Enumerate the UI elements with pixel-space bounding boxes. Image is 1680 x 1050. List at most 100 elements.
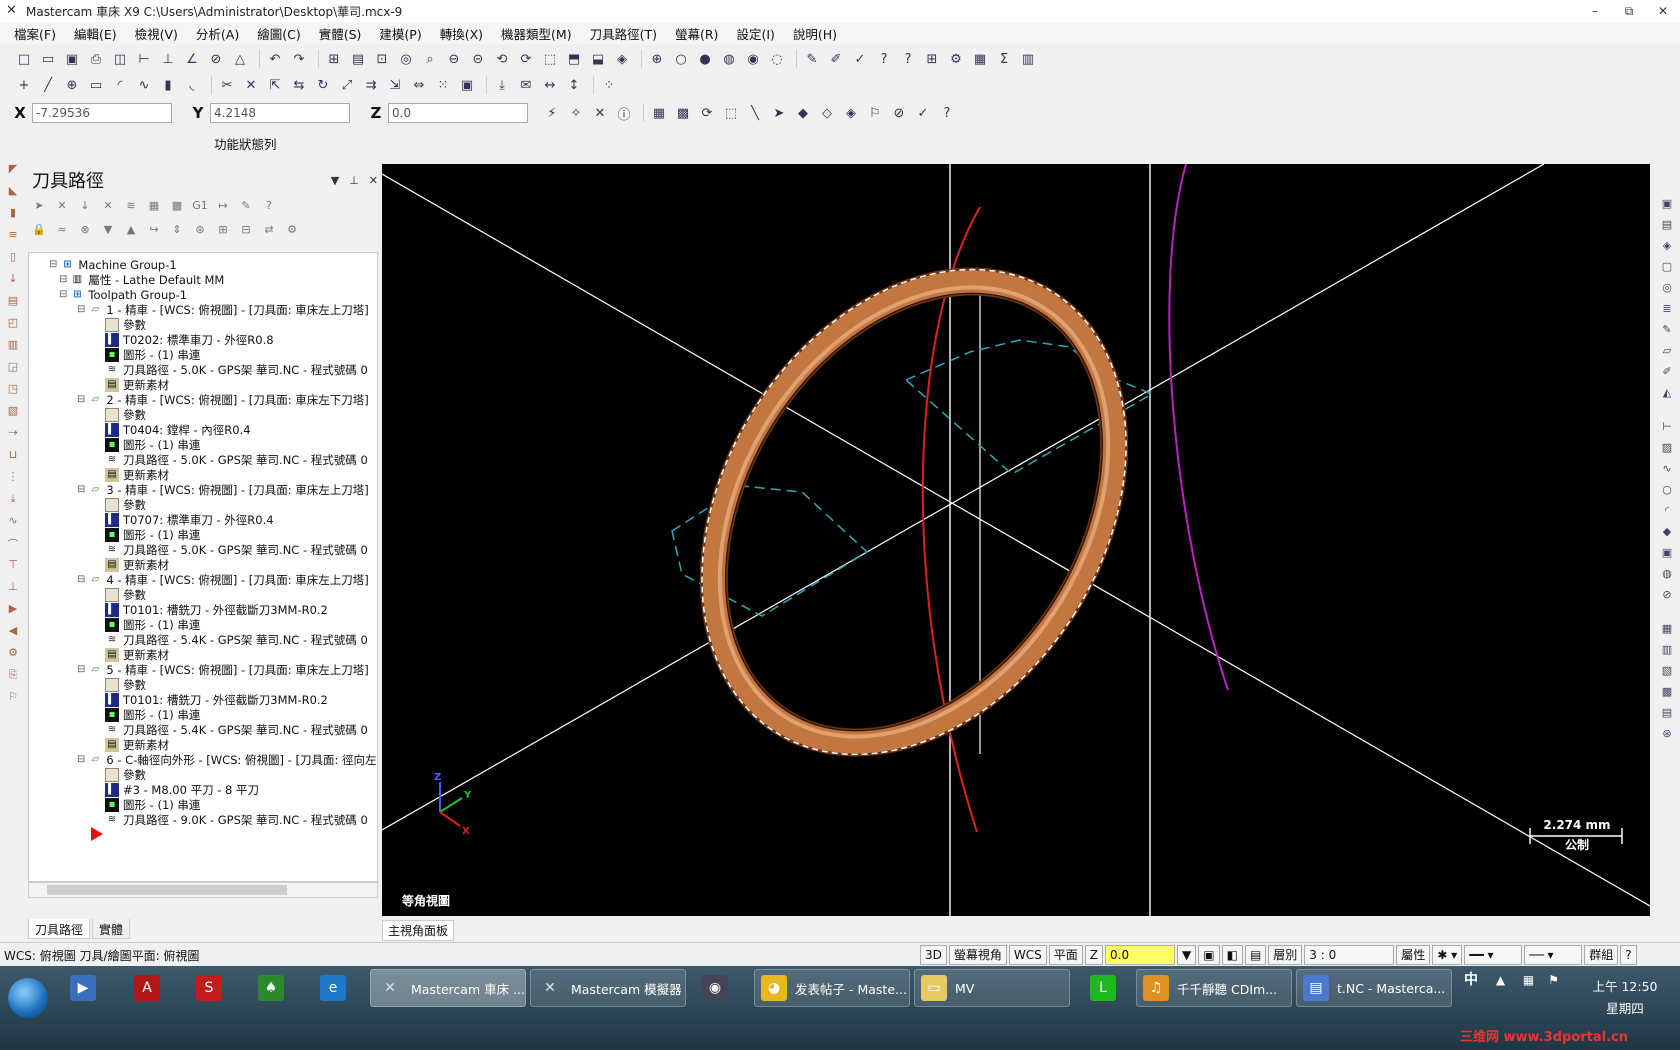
arc-icon[interactable]: ◜ [110, 75, 130, 95]
analyze-icon[interactable]: ✓ [850, 49, 870, 69]
attr-icon[interactable]: ▧ [1658, 664, 1676, 682]
taskbar-app-folder[interactable]: ▭ MV [914, 969, 1070, 1007]
tree-node[interactable]: ▪ 圖形 - (1) 串連 [105, 797, 200, 813]
color-icon[interactable]: ▩ [1658, 685, 1676, 703]
view-side-icon[interactable]: ⬓ [588, 49, 608, 69]
tree-node[interactable]: ▤ 更新素材 [105, 557, 169, 573]
v-dim-icon[interactable]: ↕ [564, 75, 584, 95]
toggle-post-icon[interactable]: ⊗ [76, 221, 94, 239]
help-icon[interactable]: ⓘ [614, 103, 634, 123]
arrow-pointer-icon[interactable]: ➤ [769, 103, 789, 123]
line-icon[interactable]: L [1090, 969, 1124, 1007]
tree-node[interactable]: ▤ 更新素材 [105, 377, 169, 393]
tree-node[interactable]: ⊟ ▱ 5 - 精車 - [WCS: 俯視圖] - [刀具面: 車床左上刀塔] [77, 662, 369, 678]
frame-icon[interactable]: ▢ [1658, 260, 1676, 278]
tree-node[interactable]: ▪ 圖形 - (1) 串連 [105, 527, 200, 543]
tree-node[interactable]: ⊟ ▱ 2 - 精車 - [WCS: 俯視圖] - [刀具面: 車床左下刀塔] [77, 392, 369, 408]
regen-dirty-icon[interactable]: ✕ [99, 197, 117, 215]
panel-dropdown-icon[interactable]: ▼ [331, 174, 339, 187]
repaint-icon[interactable]: ▤ [348, 49, 368, 69]
stop-icon[interactable]: ⊘ [889, 103, 909, 123]
taskbar-clock[interactable]: 上午 12:50 星期四 [1590, 976, 1660, 1020]
lathe-finish-icon[interactable]: ◣ [4, 184, 22, 202]
expand-toggle-icon[interactable]: ⊟ [59, 287, 67, 303]
unzoom-icon[interactable]: ⊖ [444, 49, 464, 69]
scrollbar-thumb[interactable] [47, 885, 287, 895]
tree-node[interactable]: ▍ T0101: 槽銑刀 - 外徑截斷刀3MM-R0.2 [105, 692, 328, 708]
menu-view[interactable]: 檢視(V) [135, 24, 178, 43]
select-all-icon[interactable]: ▦ [649, 103, 669, 123]
tree-node[interactable]: ▍ T0707: 標準車刀 - 外徑R0.4 [105, 512, 274, 528]
x-coordinate-field[interactable] [32, 103, 172, 123]
fit-icon[interactable]: ⊞ [324, 49, 344, 69]
weibo-icon[interactable]: ◉ [702, 969, 736, 1007]
lathe-post-icon[interactable]: ⎘ [4, 668, 22, 686]
viewport-canvas[interactable]: Z Y X [382, 164, 1650, 916]
pencil-right-icon[interactable]: ✎ [1658, 323, 1676, 341]
screen-view-button[interactable]: 螢幕視角 [948, 945, 1007, 965]
backplot-icon[interactable]: ≋ [122, 197, 140, 215]
no-entry-icon[interactable]: ⊘ [1658, 588, 1676, 606]
new-file-icon[interactable]: □ [14, 49, 34, 69]
expand-toggle-icon[interactable]: ⊟ [77, 662, 85, 678]
view-iso-icon[interactable]: ◈ [612, 49, 632, 69]
scale-icon[interactable]: ⤢ [337, 75, 357, 95]
collapse-icon[interactable]: ⊟ [237, 221, 255, 239]
translate-icon[interactable]: ⇱ [265, 75, 285, 95]
tree-node[interactable]: ▍ T0202: 標準車刀 - 外徑R0.8 [105, 332, 274, 348]
sphere-right-icon[interactable]: ◍ [1658, 567, 1676, 585]
point-icon[interactable]: + [14, 75, 34, 95]
menu-solids[interactable]: 實體(S) [319, 24, 362, 43]
trim-icon[interactable]: ✂ [217, 75, 237, 95]
open-file-icon[interactable]: ▭ [38, 49, 58, 69]
expand-icon[interactable]: ⊞ [214, 221, 232, 239]
taskbar-app-mastercam-lathe[interactable]: ✕ Mastercam 車床 ... [370, 969, 526, 1007]
3d-toggle-button[interactable]: 3D [920, 945, 947, 965]
fast-point-icon[interactable]: ⚡ [542, 103, 562, 123]
h-dim-icon[interactable]: ↔ [540, 75, 560, 95]
body-select-icon[interactable]: ◈ [841, 103, 861, 123]
expand-toggle-icon[interactable]: ⊟ [77, 392, 85, 408]
lathe-transfer-icon[interactable]: ⇢ [4, 426, 22, 444]
tree-node[interactable]: ⊟ ⊞ Toolpath Group-1 [59, 287, 187, 303]
solid-icon[interactable]: ▮ [158, 75, 178, 95]
z-coordinate-field[interactable] [388, 103, 528, 123]
shade-red-icon[interactable]: ◉ [743, 49, 763, 69]
print-preview-icon[interactable]: ◫ [110, 49, 130, 69]
dim-icon[interactable]: ⊢ [1658, 420, 1676, 438]
tree-node[interactable]: ⊟ ▱ 4 - 精車 - [WCS: 俯視圖] - [刀具面: 車床左上刀塔] [77, 572, 369, 588]
tree-node[interactable]: ▍ T0101: 槽銑刀 - 外徑截斷刀3MM-R0.2 [105, 602, 328, 618]
redo-icon[interactable]: ↷ [289, 49, 309, 69]
menu-file[interactable]: 檔案(F) [14, 24, 56, 43]
ruler-icon[interactable]: ✐ [826, 49, 846, 69]
lathe-contour-icon[interactable]: ∿ [4, 514, 22, 532]
vertical-dimension-icon[interactable]: ⊥ [158, 49, 178, 69]
ime-indicator[interactable]: 中 [1464, 972, 1478, 988]
taskbar-app-chrome[interactable]: ◕ 发表帖子 - Maste... [754, 969, 910, 1007]
menu-create[interactable]: 繪圖(C) [257, 24, 300, 43]
menu-settings[interactable]: 設定(I) [736, 24, 774, 43]
rotate-xform-icon[interactable]: ↻ [313, 75, 333, 95]
shade-green-icon[interactable]: ◍ [719, 49, 739, 69]
divide-icon[interactable]: ✕ [241, 75, 261, 95]
circle-right-icon[interactable]: ○ [1658, 483, 1676, 501]
grid-icon[interactable]: ⊞ [922, 49, 942, 69]
tree-node[interactable]: 參數 [105, 317, 146, 333]
rectangle-icon[interactable]: ▭ [86, 75, 106, 95]
solid-select-icon[interactable]: ◆ [793, 103, 813, 123]
spline-right-icon[interactable]: ∿ [1658, 462, 1676, 480]
lathe-misc-icon[interactable]: ⊔ [4, 448, 22, 466]
tray-arrow-icon[interactable]: ▲ [1496, 973, 1505, 987]
tab-solids[interactable]: 實體 [92, 919, 131, 939]
view-top-icon[interactable]: ⬚ [540, 49, 560, 69]
panel-help-icon[interactable]: ? [260, 197, 278, 215]
globe-icon[interactable]: ⊕ [647, 49, 667, 69]
chain-icon[interactable]: ╲ [745, 103, 765, 123]
expand-toggle-icon[interactable]: ⊟ [77, 482, 85, 498]
move-up-icon[interactable]: ▲ [122, 221, 140, 239]
g1-icon[interactable]: G1 [191, 197, 209, 215]
lathe-steady-icon[interactable]: ▧ [4, 404, 22, 422]
graphics-viewport[interactable]: Z Y X 等角視圖 2.274 mm 公制 [382, 164, 1650, 916]
menu-edit[interactable]: 編輯(E) [74, 24, 117, 43]
snap-icon[interactable]: ✧ [566, 103, 586, 123]
